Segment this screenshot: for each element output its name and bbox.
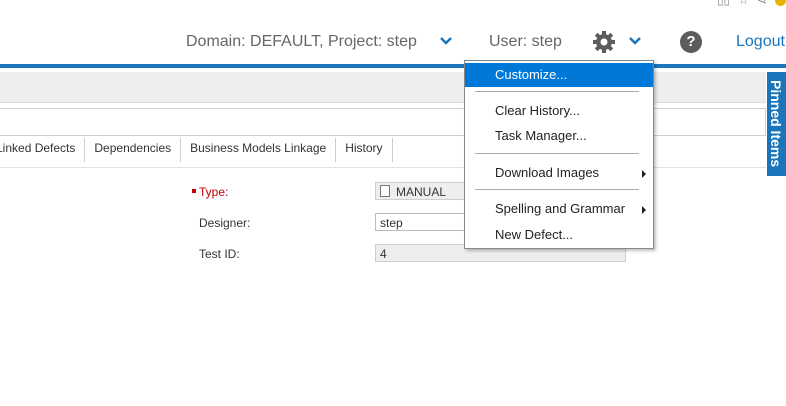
designer-label: Designer: bbox=[199, 216, 251, 230]
document-icon bbox=[380, 185, 390, 197]
menu-item-clear-history[interactable]: Clear History... bbox=[465, 99, 653, 123]
download-images-label: Download Images bbox=[495, 165, 600, 180]
tab-dependencies[interactable]: Dependencies bbox=[85, 138, 182, 162]
submenu-arrow-icon bbox=[642, 170, 646, 178]
star-icon[interactable]: ☆ bbox=[738, 0, 749, 7]
reader-icon[interactable]: ▯▯ bbox=[717, 0, 730, 7]
browser-toolbar: ▯▯ ☆ ⋖ bbox=[717, 0, 786, 7]
top-bar: Domain: DEFAULT, Project: step User: ste… bbox=[0, 30, 786, 56]
type-label: Type: bbox=[199, 185, 229, 199]
help-icon[interactable]: ? bbox=[680, 31, 702, 53]
profile-icon[interactable] bbox=[775, 0, 786, 6]
pinned-items-label: Pinned Items bbox=[768, 80, 784, 168]
header-divider bbox=[0, 64, 786, 68]
spelling-grammar-label: Spelling and Grammar bbox=[495, 201, 626, 216]
type-value: MANUAL bbox=[396, 185, 447, 199]
menu-item-spelling-grammar[interactable]: Spelling and Grammar bbox=[465, 197, 653, 221]
menu-separator bbox=[475, 153, 639, 154]
menu-separator bbox=[475, 91, 639, 92]
pinned-items-panel[interactable]: Pinned Items bbox=[767, 72, 786, 176]
menu-item-new-defect[interactable]: New Defect... bbox=[465, 223, 653, 247]
menu-separator bbox=[475, 189, 639, 190]
user-label: User: step bbox=[489, 33, 562, 50]
menu-item-download-images[interactable]: Download Images bbox=[465, 161, 653, 185]
settings-dropdown-chevron-icon[interactable] bbox=[628, 33, 642, 52]
tab-business-models-linkage[interactable]: Business Models Linkage bbox=[181, 138, 337, 162]
required-marker bbox=[192, 189, 196, 193]
tab-linked-defects[interactable]: Linked Defects bbox=[0, 138, 86, 162]
logout-link[interactable]: Logout bbox=[736, 33, 785, 51]
details-tabs: Linked Defects Dependencies Business Mod… bbox=[0, 138, 393, 162]
gear-icon[interactable] bbox=[592, 30, 616, 59]
settings-dropdown-menu: Customize... Clear History... Task Manag… bbox=[464, 60, 654, 249]
designer-field[interactable]: step bbox=[375, 213, 475, 231]
share-icon[interactable]: ⋖ bbox=[757, 0, 767, 7]
domain-project-label: Domain: DEFAULT, Project: step bbox=[186, 33, 417, 50]
tab-history[interactable]: History bbox=[336, 138, 393, 162]
test-id-label: Test ID: bbox=[199, 247, 240, 261]
type-field[interactable]: MANUAL bbox=[375, 182, 475, 200]
menu-item-customize[interactable]: Customize... bbox=[465, 63, 653, 87]
domain-dropdown-chevron-icon[interactable] bbox=[439, 33, 453, 52]
submenu-arrow-icon bbox=[642, 206, 646, 214]
menu-item-task-manager[interactable]: Task Manager... bbox=[465, 124, 653, 148]
